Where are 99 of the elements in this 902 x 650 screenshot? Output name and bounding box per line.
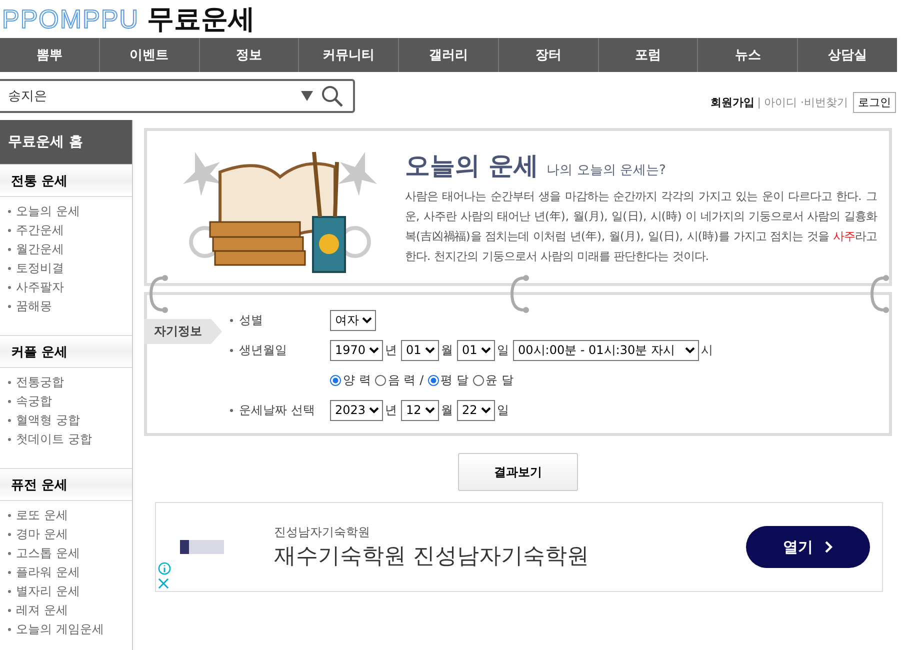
unit-label: / <box>420 373 424 387</box>
sidebar-link[interactable]: 첫데이트 궁합 <box>16 431 92 448</box>
advertiser-logo-icon <box>180 540 224 554</box>
sidebar-link[interactable]: 오늘의 게임운세 <box>16 621 104 638</box>
radio-label: 양 력 <box>343 372 371 388</box>
section-header: 퓨전 운세 <box>0 468 132 501</box>
unit-label: 년 <box>385 402 397 418</box>
unit-label: 일 <box>497 342 509 358</box>
field-label: 성별 <box>239 312 263 328</box>
radio-button[interactable] <box>472 374 484 386</box>
unit-label: 년 <box>385 342 397 358</box>
unit-label: 월 <box>441 402 453 418</box>
nav-item[interactable]: 포럼 <box>598 38 698 72</box>
binder-ring-icon <box>508 274 532 314</box>
bullet-icon <box>8 400 11 403</box>
sidebar-link[interactable]: 경마 운세 <box>16 526 68 543</box>
section-header: 전통 운세 <box>0 164 132 197</box>
nav-item[interactable]: 뽐뿌 <box>0 38 99 72</box>
bullet-icon <box>8 533 11 536</box>
sidebar-link[interactable]: 꿈해몽 <box>16 298 52 315</box>
search-bar[interactable]: 송지은 <box>0 79 355 113</box>
ad-headline: 재수기숙학원 진성남자기숙학원 <box>274 542 590 570</box>
intro-paragraph: 사람은 태어나는 순간부터 생을 마감하는 순간까지 각각의 가지고 있는 운이 다르다고 한다. 그 운, 사주란 사람의 태어난 년(年), 월(月), 일(日), 시(時) 이 네가지의 기둥으로서 사람의 길흉화복(吉凶禍福)을 점치는데 이처럼 년(年), 월(月), 일(日), 시(時)를 가지고 점치는 것을 사주라고한다. 천지간의 기둥으로서 사람의 미래를 판단한다는 것이다. <box>405 188 877 264</box>
sidebar-link[interactable]: 로또 운세 <box>16 507 68 524</box>
nav-item[interactable]: 상담실 <box>797 38 898 72</box>
bullet-icon <box>8 229 11 232</box>
bullet-icon <box>8 381 11 384</box>
bullet-icon <box>8 210 11 213</box>
sidebar-link[interactable]: 레져 운세 <box>16 602 68 619</box>
open-button[interactable]: 열기 <box>746 526 870 568</box>
separator: | <box>757 96 761 108</box>
dropdown[interactable]: 12 <box>401 400 439 420</box>
dropdown[interactable]: 00시:00분 - 01시:30분 자시 <box>513 340 699 360</box>
dropdown[interactable]: 2023 <box>330 400 383 420</box>
bullet-icon <box>8 571 11 574</box>
advertiser-name: 진성남자기숙학원 <box>274 524 371 540</box>
dropdown[interactable]: 22 <box>457 400 495 420</box>
radio-label: 윤 달 <box>486 372 514 388</box>
nav-item[interactable]: 정보 <box>198 38 298 72</box>
bullet-icon <box>8 609 11 612</box>
bullet-icon <box>230 348 233 352</box>
sidebar-link[interactable]: 혈액형 궁합 <box>16 412 80 429</box>
sidebar-link[interactable]: 월간운세 <box>16 241 64 258</box>
unit-label: 시 <box>701 342 713 358</box>
find-account-link[interactable]: 아이디 ·비번찾기 <box>764 94 848 110</box>
radio-label: 평 달 <box>440 372 469 388</box>
dropdown[interactable]: 1970 <box>330 340 383 360</box>
bullet-icon <box>8 305 11 308</box>
radio-button[interactable] <box>330 374 341 386</box>
sidebar-home[interactable]: 무료운세 홈 <box>0 120 132 164</box>
signup-link[interactable]: 회원가입 <box>710 94 754 110</box>
bullet-icon <box>8 419 11 422</box>
nav-item[interactable]: 장터 <box>498 38 598 72</box>
field-label: 운세날짜 선택 <box>239 402 315 418</box>
bullet-icon <box>8 552 11 555</box>
search-icon[interactable] <box>321 85 343 107</box>
unit-label: 월 <box>441 342 453 358</box>
dropdown-arrow-icon[interactable] <box>301 91 313 101</box>
section-header: 커플 운세 <box>0 335 132 368</box>
bullet-icon <box>8 628 11 631</box>
binder-ring-icon <box>868 274 892 314</box>
sidebar-link[interactable]: 고스톱 운세 <box>16 545 80 562</box>
radio-label: 음 력 <box>388 372 416 388</box>
bullet-icon <box>8 590 11 593</box>
nav-item[interactable]: 이벤트 <box>98 38 199 72</box>
bullet-icon <box>8 286 11 289</box>
dropdown[interactable]: 여자 <box>330 310 376 330</box>
unit-label: 일 <box>497 402 509 418</box>
chevron-icon <box>825 541 833 553</box>
bullet-icon <box>230 318 233 322</box>
sidebar-link[interactable]: 속궁합 <box>16 393 52 410</box>
dropdown[interactable]: 01 <box>457 340 495 360</box>
radio-button[interactable] <box>428 374 439 386</box>
bullet-icon <box>8 514 11 517</box>
sidebar-link[interactable]: 별자리 운세 <box>16 583 80 600</box>
result-button[interactable]: 결과보기 <box>458 453 578 491</box>
bullet-icon <box>8 438 11 441</box>
sidebar-link[interactable]: 전통궁합 <box>16 374 64 391</box>
nav-item[interactable]: 커뮤니티 <box>298 38 398 72</box>
bullet-icon <box>8 267 11 270</box>
page-title: 무료운세 <box>147 3 256 37</box>
nav-item[interactable]: 갤러리 <box>398 38 498 72</box>
sidebar-link[interactable]: 플라워 운세 <box>16 564 80 581</box>
intro-subtitle: 나의 오늘의 운세는? <box>546 162 666 178</box>
nav-item[interactable]: 뉴스 <box>697 38 798 72</box>
info-icon[interactable] <box>158 562 171 575</box>
binder-ring-icon <box>147 274 171 314</box>
bullet-icon <box>230 408 233 412</box>
sidebar-link[interactable]: 토정비결 <box>16 260 64 277</box>
field-label: 생년월일 <box>239 342 287 358</box>
dropdown[interactable]: 01 <box>401 340 439 360</box>
sidebar-link[interactable]: 사주팔자 <box>16 279 64 296</box>
radio-button[interactable] <box>374 374 386 386</box>
sidebar-link[interactable]: 오늘의 운세 <box>16 203 80 220</box>
sidebar-link[interactable]: 주간운세 <box>16 222 64 239</box>
intro-title: 오늘의 운세 <box>405 150 539 182</box>
login-button[interactable]: 로그인 <box>853 92 896 112</box>
close-icon[interactable] <box>158 578 169 589</box>
bullet-icon <box>8 248 11 251</box>
